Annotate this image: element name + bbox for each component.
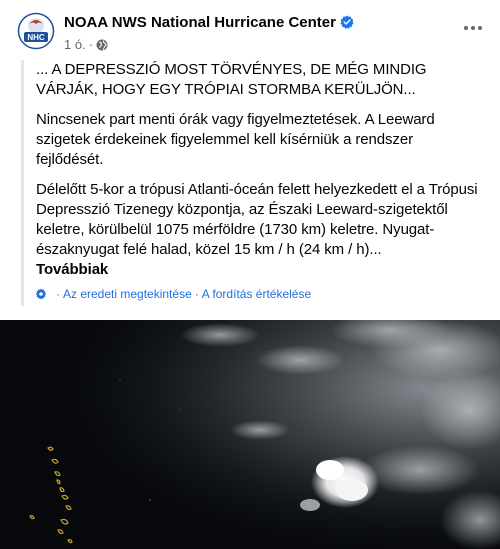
page-name[interactable]: NOAA NWS National Hurricane Center	[64, 14, 354, 32]
translation-bar: · Az eredeti megtekintése · A fordítás érté…	[35, 286, 311, 302]
noaa-logo-icon: NHC	[17, 12, 55, 50]
gear-icon	[35, 288, 47, 300]
translated-post-text: ... A DEPRESSZIÓ MOST TÖRVÉNYES, DE MÉG …	[21, 60, 481, 306]
satellite-imagery-picture	[0, 320, 500, 549]
timestamp[interactable]: 1 ó.	[64, 37, 86, 52]
view-original-link[interactable]: Az eredeti megtekintése	[63, 287, 192, 301]
more-options-button[interactable]	[460, 18, 486, 38]
avatar-text: NHC	[27, 33, 45, 42]
verified-badge-icon	[340, 15, 354, 29]
avatar[interactable]: NHC	[17, 12, 55, 50]
post-paragraph-details: Délelőtt 5-kor a trópusi Atlanti-óceán f…	[36, 180, 481, 280]
translation-separator: ·	[194, 287, 199, 301]
post-paragraph-headline: ... A DEPRESSZIÓ MOST TÖRVÉNYES, DE MÉG …	[36, 61, 427, 98]
post-paragraph-watches: Nincsenek part menti órák vagy figyelmez…	[36, 111, 435, 168]
post-header: NHC NOAA NWS National Hurricane Center 1…	[0, 0, 500, 60]
page-name-label[interactable]: NOAA NWS National Hurricane Center	[64, 14, 336, 31]
globe-icon	[96, 39, 108, 51]
translation-separator-leading: ·	[56, 287, 60, 301]
see-more-link[interactable]: Továbbiak	[36, 261, 108, 278]
post-meta: 1 ó. ·	[64, 37, 108, 53]
more-dots-icon	[464, 26, 482, 30]
meta-separator: ·	[88, 37, 94, 52]
post-paragraph-details-text: Délelőtt 5-kor a trópusi Atlanti-óceán f…	[36, 181, 478, 258]
satellite-image[interactable]	[0, 320, 500, 549]
rate-translation-link[interactable]: A fordítás értékelése	[202, 287, 311, 301]
